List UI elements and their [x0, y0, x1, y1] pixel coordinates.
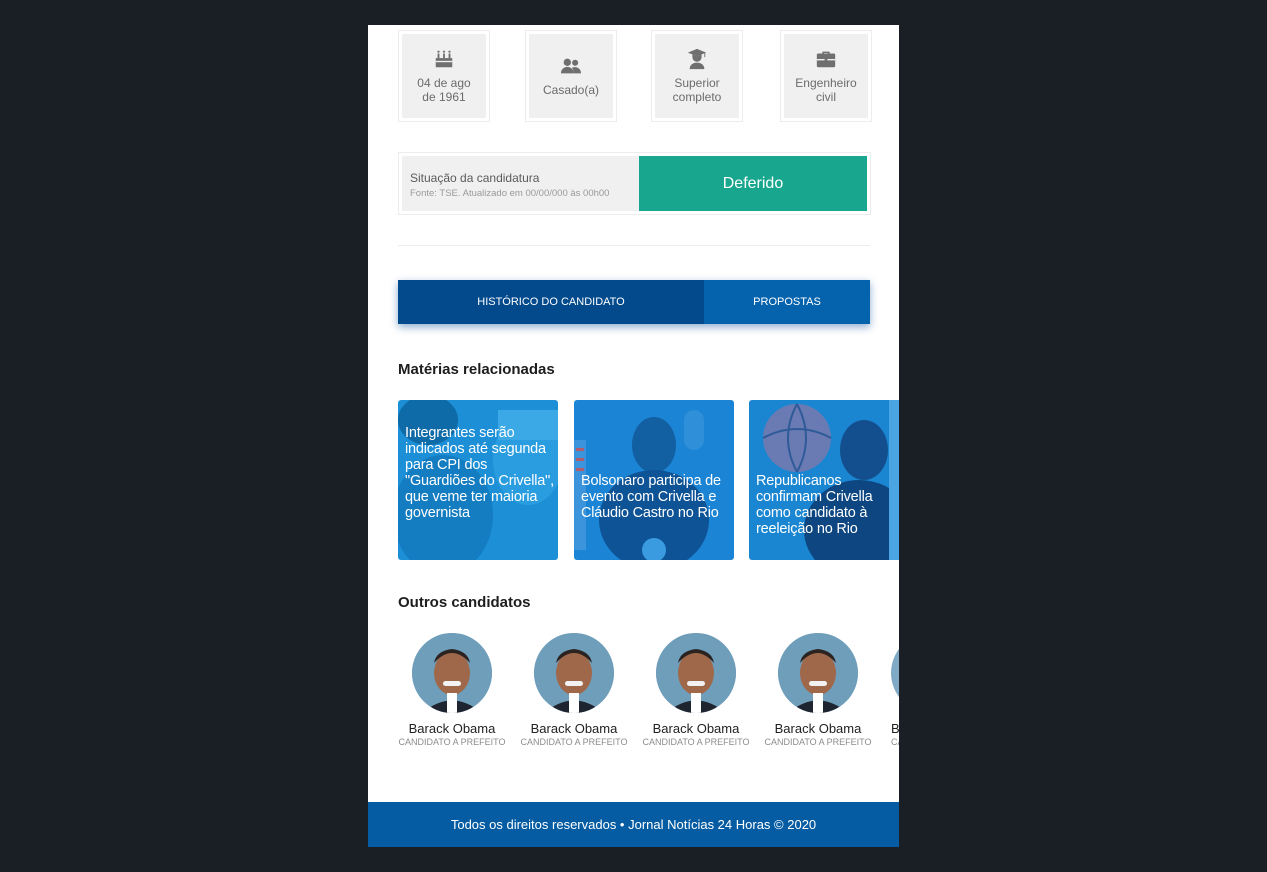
- status-title: Situação da candidatura: [410, 171, 540, 185]
- candidate-name: Barack Obama: [408, 721, 496, 736]
- graduate-icon: [687, 48, 707, 70]
- avatar: [778, 633, 858, 713]
- news-headline: Republicanos confirmam Crivella como can…: [756, 473, 873, 537]
- status-badge: Deferido: [639, 156, 867, 211]
- candidate-role: CANDIDATO A PREFEITO: [642, 737, 750, 747]
- birthdate-text: 04 de ago de 1961: [417, 76, 471, 104]
- briefcase-icon: [816, 51, 836, 68]
- news-headline: Integrantes serão indicados até segunda …: [405, 425, 554, 521]
- related-news-title: Matérias relacionadas: [398, 361, 555, 378]
- candidate-card[interactable]: Barack Obama CANDIDATO A PREFEITO: [885, 633, 899, 747]
- page-container: 04 de ago de 1961 Casado(a) Superior com…: [368, 25, 899, 847]
- users-icon: [560, 58, 582, 74]
- candidate-name: Barack Obama: [891, 721, 899, 736]
- marital-status-card: Casado(a): [525, 30, 617, 122]
- candidate-name: Barack Obama: [774, 721, 862, 736]
- candidate-role: CANDIDATO A PREFEITO: [520, 737, 628, 747]
- other-candidates-title: Outros candidatos: [398, 594, 531, 611]
- avatar: [534, 633, 614, 713]
- birthday-cake-icon: [435, 50, 453, 68]
- birthdate-card: 04 de ago de 1961: [398, 30, 490, 122]
- candidate-role: CANDIDATO A PREFEITO: [398, 737, 506, 747]
- avatar: [412, 633, 492, 713]
- profession-card: Engenheiro civil: [780, 30, 872, 122]
- avatar: [891, 633, 899, 713]
- footer: Todos os direitos reservados • Jornal No…: [368, 802, 899, 847]
- candidate-role: CANDIDATO A PREFEITO: [891, 737, 899, 747]
- tab-candidate-history[interactable]: HISTÓRICO DO CANDIDATO: [398, 280, 704, 324]
- candidate-name: Barack Obama: [530, 721, 618, 736]
- avatar: [656, 633, 736, 713]
- candidate-tabs: HISTÓRICO DO CANDIDATO PROPOSTAS: [398, 280, 870, 324]
- news-headline: Bolsonaro participa de evento com Crivel…: [581, 473, 721, 521]
- candidate-name: Barack Obama: [652, 721, 740, 736]
- candidate-card[interactable]: Barack Obama CANDIDATO A PREFEITO: [519, 633, 629, 747]
- status-source: Fonte: TSE. Atualizado em 00/00/000 às 0…: [410, 188, 610, 199]
- profession-text: Engenheiro civil: [795, 76, 857, 104]
- candidate-info-row: 04 de ago de 1961 Casado(a) Superior com…: [398, 30, 872, 122]
- candidacy-status: Situação da candidatura Fonte: TSE. Atua…: [398, 152, 871, 215]
- education-card: Superior completo: [651, 30, 743, 122]
- marital-status-text: Casado(a): [542, 83, 600, 97]
- candidate-card[interactable]: Barack Obama CANDIDATO A PREFEITO: [763, 633, 873, 747]
- candidate-card[interactable]: Barack Obama CANDIDATO A PREFEITO: [641, 633, 751, 747]
- news-card[interactable]: Republicanos confirmam Crivella como can…: [749, 400, 899, 560]
- news-card[interactable]: Bolsonaro participa de evento com Crivel…: [574, 400, 734, 560]
- candidate-role: CANDIDATO A PREFEITO: [764, 737, 872, 747]
- candidate-card[interactable]: Barack Obama CANDIDATO A PREFEITO: [397, 633, 507, 747]
- tab-proposals[interactable]: PROPOSTAS: [704, 280, 870, 324]
- divider: [398, 245, 870, 246]
- news-card[interactable]: Integrantes serão indicados até segunda …: [398, 400, 558, 560]
- education-text: Superior completo: [672, 76, 722, 104]
